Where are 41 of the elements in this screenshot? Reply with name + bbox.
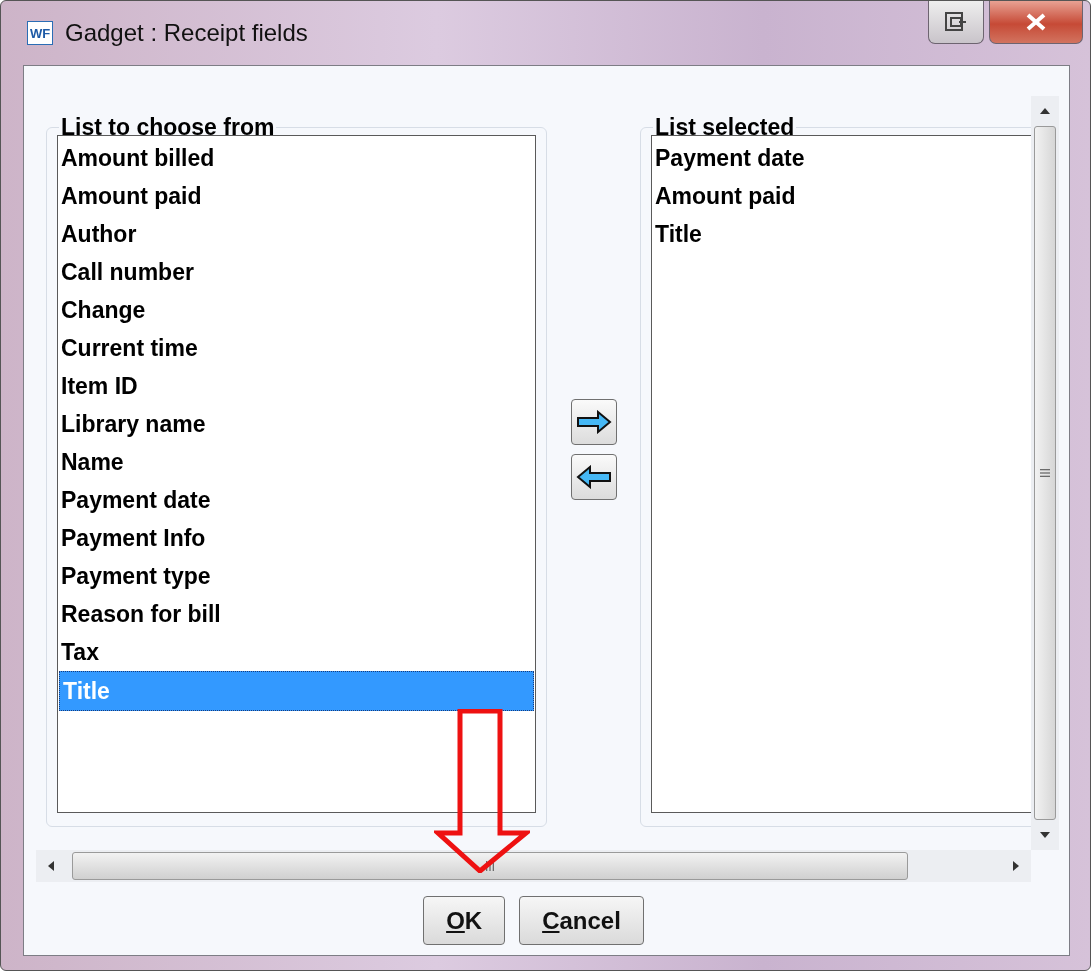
list-item[interactable]: Title — [652, 215, 1031, 253]
up-arrow-icon — [1040, 108, 1050, 114]
app-icon: WF — [27, 21, 53, 45]
list-item[interactable]: Tax — [58, 633, 535, 671]
list-item[interactable]: Amount paid — [652, 177, 1031, 215]
add-button[interactable] — [570, 399, 617, 445]
right-arrow-icon — [575, 410, 612, 434]
grip-icon — [485, 860, 495, 872]
window-title: Gadget : Receipt fields — [65, 19, 308, 47]
left-arrow-icon — [48, 861, 54, 871]
grip-icon — [1039, 468, 1051, 478]
list-item[interactable]: Payment Info — [58, 519, 535, 557]
list-box[interactable]: Amount billed Amount paid Author Call number Change Current time Item ID Library name Name Payment date Payment Info Payment type Reason for bill Tax Title — [57, 135, 536, 813]
left-arrow-icon — [575, 465, 612, 489]
list-item[interactable]: Payment date — [652, 139, 1031, 177]
dialog-button[interactable]: OK — [423, 896, 506, 945]
window-icon — [945, 12, 967, 32]
scroll-thumb[interactable] — [72, 852, 908, 880]
list-item[interactable]: Item ID — [58, 367, 535, 405]
list-item[interactable]: Name — [58, 443, 535, 481]
scroll-thumb[interactable] — [1034, 126, 1056, 820]
down-arrow-icon — [1040, 832, 1050, 838]
list-item[interactable]: Change — [58, 291, 535, 329]
remove-button[interactable] — [570, 454, 617, 500]
list-item[interactable]: Reason for bill — [58, 595, 535, 633]
list-item[interactable]: Library name — [58, 405, 535, 443]
dialog-button[interactable]: Cancel — [519, 896, 644, 945]
list-item[interactable]: Payment date — [58, 481, 535, 519]
list-box[interactable]: Payment date Amount paid Title — [651, 135, 1031, 813]
close-icon — [1025, 13, 1047, 31]
horizontal-scrollbar[interactable] — [36, 850, 1031, 882]
list-item[interactable]: Amount paid — [58, 177, 535, 215]
list-item[interactable]: Author — [58, 215, 535, 253]
list-item[interactable]: Current time — [58, 329, 535, 367]
restore-button[interactable] — [928, 1, 984, 44]
close-button[interactable] — [989, 1, 1083, 44]
list-item[interactable]: Call number — [58, 253, 535, 291]
vertical-scrollbar[interactable] — [1031, 96, 1059, 850]
list-item[interactable]: Payment type — [58, 557, 535, 595]
list-item[interactable]: Amount billed — [58, 139, 535, 177]
right-arrow-icon — [1013, 861, 1019, 871]
